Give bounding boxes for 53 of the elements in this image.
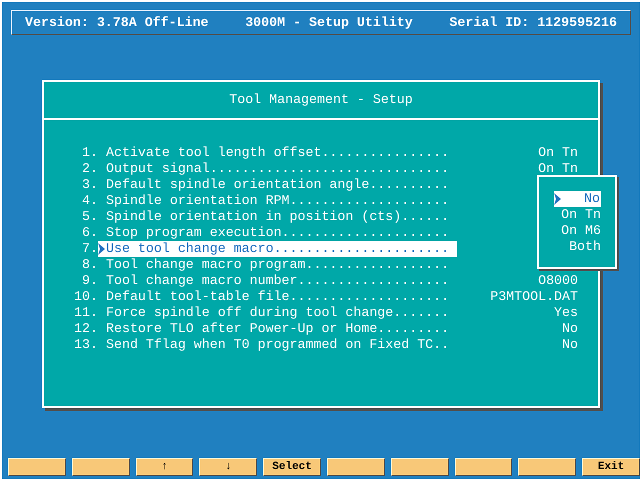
menu-item[interactable]: Restore TLO after Power-Up or Home......... xyxy=(98,321,458,337)
function-key[interactable] xyxy=(390,458,449,476)
pointer-icon xyxy=(98,243,105,255)
function-key[interactable]: Select xyxy=(263,458,321,476)
serial-text: Serial ID: 1129595216 xyxy=(449,14,617,30)
item-value: P3MTOOL.DAT xyxy=(490,289,578,305)
item-value: No xyxy=(562,337,578,353)
menu-item[interactable]: Spindle orientation in position (cts)...... xyxy=(98,209,458,225)
menu-item[interactable]: Use tool change macro...................... xyxy=(98,241,458,257)
function-key[interactable] xyxy=(72,458,130,476)
menu-item[interactable]: Activate tool length offset................ xyxy=(98,145,458,161)
dropdown-option[interactable]: No xyxy=(554,191,601,207)
dropdown-option[interactable]: On Tn xyxy=(561,207,601,223)
function-key[interactable] xyxy=(518,458,576,476)
item-number: 1. xyxy=(81,145,98,161)
menu-item[interactable]: Tool change macro program.................. xyxy=(98,257,458,273)
function-key[interactable]: Exit xyxy=(582,458,640,476)
item-number: 12. xyxy=(73,321,98,337)
menu-item[interactable]: Default spindle orientation angle.......... xyxy=(98,177,458,193)
item-number: 5. xyxy=(81,209,98,225)
item-value: On Tn xyxy=(538,145,578,161)
function-key[interactable] xyxy=(326,458,385,476)
item-number: 2. xyxy=(81,161,98,177)
item-number: 7. xyxy=(81,241,98,257)
dropdown-option[interactable]: Both xyxy=(569,239,601,255)
function-key[interactable] xyxy=(454,458,512,476)
menu-item[interactable]: Output signal.............................. xyxy=(98,161,458,177)
menu-item[interactable]: Tool change macro number................... xyxy=(98,273,458,289)
dialog-title: Tool Management - Setup xyxy=(229,92,413,108)
item-number: 3. xyxy=(81,177,98,193)
function-key[interactable]: ↑ xyxy=(136,458,194,476)
item-number: 11. xyxy=(73,305,98,321)
item-number: 4. xyxy=(81,193,98,209)
item-value: On Tn xyxy=(538,161,578,177)
function-key[interactable]: ↓ xyxy=(199,458,258,476)
menu-item[interactable]: Stop program execution..................... xyxy=(98,225,458,241)
function-key[interactable] xyxy=(8,458,66,476)
menu-item[interactable]: Send Tflag when T0 programmed on Fixed TC.. xyxy=(98,337,458,353)
item-value: No xyxy=(562,321,578,337)
item-number: 10. xyxy=(73,289,98,305)
app-title: 3000M - Setup Utility xyxy=(245,14,413,30)
item-value: O8000 xyxy=(538,273,578,289)
item-number: 6. xyxy=(81,225,98,241)
item-value: Yes xyxy=(554,305,578,321)
version-text: Version: 3.78A Off-Line xyxy=(25,14,209,30)
item-number: 8. xyxy=(81,257,98,273)
item-number: 9. xyxy=(81,273,98,289)
menu-item[interactable]: Spindle orientation RPM.................... xyxy=(98,193,458,209)
menu-item[interactable]: Default tool-table file.................... xyxy=(98,289,458,305)
item-number: 13. xyxy=(73,337,98,353)
pointer-icon xyxy=(554,193,561,205)
dropdown-option[interactable]: On M6 xyxy=(561,223,601,239)
menu-item[interactable]: Force spindle off during tool change....... xyxy=(98,305,458,321)
